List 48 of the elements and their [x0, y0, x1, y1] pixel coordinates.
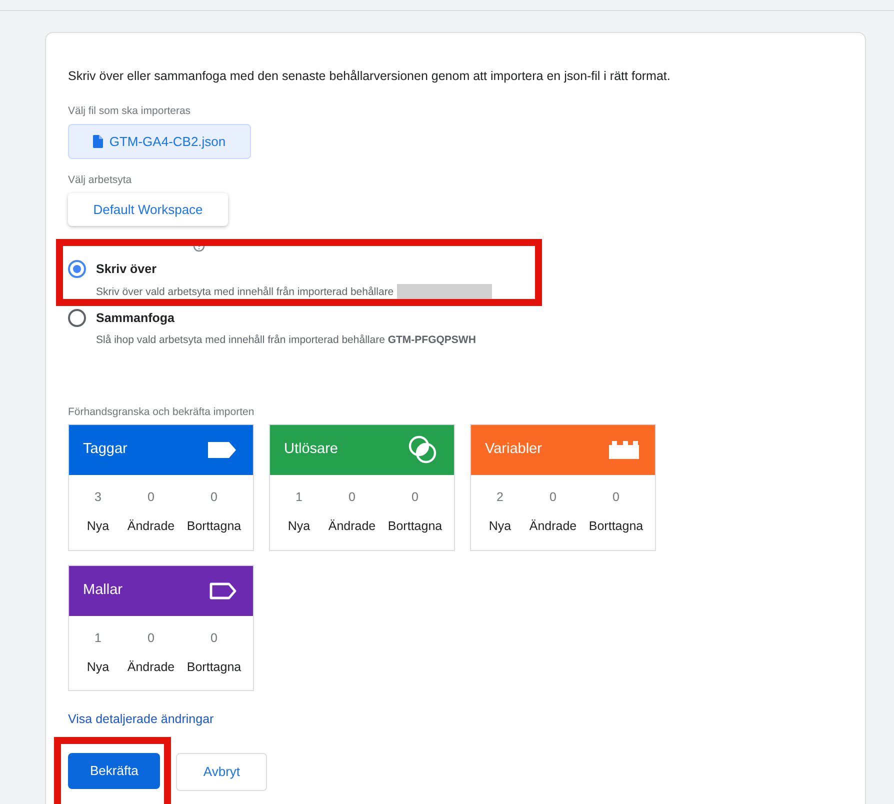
workspace-button[interactable]: Default Workspace [68, 192, 228, 226]
cancel-button[interactable]: Avbryt [176, 753, 268, 791]
stat-count: 2 [496, 489, 504, 506]
stat-label: Nya [86, 518, 110, 535]
stat-label: Borttagna [588, 518, 644, 535]
stat-count: 0 [146, 489, 156, 506]
stat-label: Nya [286, 518, 312, 535]
tile-title: Variabler [485, 440, 542, 460]
stat-count: 1 [294, 489, 304, 506]
circles-icon [408, 435, 438, 466]
stat-label: Nya [86, 658, 110, 676]
stat-label: Nya [488, 518, 512, 535]
option-title: Skriv över [96, 261, 158, 278]
brick-icon [609, 441, 639, 460]
stat-label: Ändrade [126, 518, 176, 535]
confirm-button[interactable]: Bekräfta [68, 753, 160, 789]
option-title: Sammanfoga [96, 310, 176, 327]
file-icon [93, 134, 104, 148]
field-label: Välj arbetsyta [68, 173, 133, 188]
stat-label: Ändrade [327, 518, 377, 535]
intro-text: Skriv över eller sammanfoga med den senaste behållarversionen genom att importera en json-fil i rätt format. [68, 68, 672, 85]
stat-label: Ändrade [528, 518, 578, 535]
option-description: Slå ihop vald arbetsyta med innehåll från importerad behållare GTM-PFGQPSWH [96, 332, 476, 348]
stat-count: 0 [348, 489, 356, 506]
stat-count: 0 [612, 489, 620, 506]
stat-count: 1 [94, 630, 102, 647]
tile-title: Utlösare [284, 440, 338, 460]
stat-count: 3 [94, 489, 102, 506]
stat-count: 0 [410, 489, 420, 506]
stat-label: Borttagna [386, 518, 444, 535]
field-label: Välj fil som ska importeras [68, 104, 192, 119]
radio-button[interactable] [68, 309, 86, 327]
tag-icon [207, 441, 237, 460]
tile-title: Mallar [83, 580, 122, 600]
field-label: Förhandsgranska och bekräfta importen [68, 404, 256, 420]
tag-outline-icon [209, 582, 237, 600]
stat-label: Borttagna [186, 518, 242, 535]
tile-title: Taggar [83, 440, 128, 460]
details-link[interactable]: Visa detaljerade ändringar [68, 712, 214, 726]
stat-count: 0 [210, 489, 218, 506]
stat-label: Borttagna [186, 658, 242, 676]
radio-button[interactable] [68, 260, 86, 278]
option-description: Skriv över vald arbetsyta med innehåll från importerad behållare [96, 284, 394, 300]
stat-label: Ändrade [126, 658, 176, 676]
stat-count: 0 [146, 630, 156, 647]
stat-count: 0 [548, 489, 558, 506]
stat-count: 0 [210, 630, 218, 647]
file-button[interactable]: GTM-GA4-CB2.json [68, 124, 251, 159]
